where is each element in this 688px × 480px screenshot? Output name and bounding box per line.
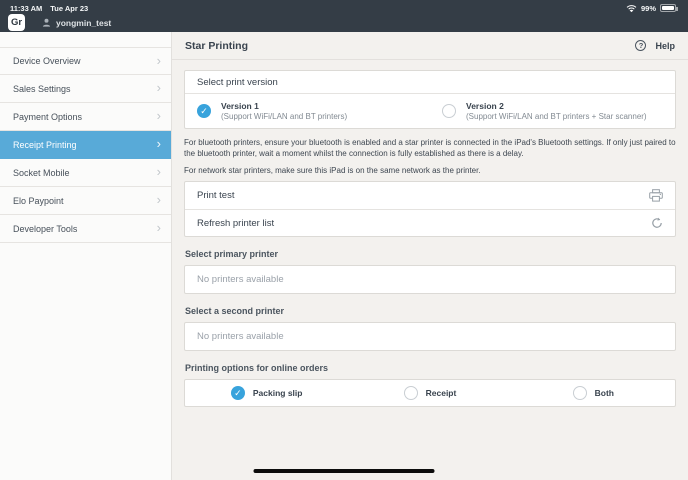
sidebar-item-developer-tools[interactable]: Developer Tools › — [0, 215, 171, 243]
chevron-right-icon: › — [157, 81, 161, 94]
online-orders-options-card: ✓ Packing slip Receipt Both — [184, 379, 676, 407]
sidebar-item-label: Developer Tools — [13, 224, 77, 234]
clock: 11:33 AM — [10, 4, 42, 13]
user-icon — [42, 18, 51, 27]
both-label: Both — [595, 388, 614, 398]
radio-unchecked-icon[interactable] — [442, 104, 456, 118]
bluetooth-info-text: For bluetooth printers, ensure your blue… — [184, 137, 676, 176]
second-printer-label: Select a second printer — [185, 306, 675, 316]
radio-unchecked-icon[interactable] — [404, 386, 418, 400]
sidebar-item-sales-settings[interactable]: Sales Settings › — [0, 75, 171, 103]
chevron-right-icon: › — [157, 109, 161, 122]
sidebar-item-label: Sales Settings — [13, 84, 71, 94]
chevron-right-icon: › — [157, 193, 161, 206]
print-version-card: Select print version ✓ Version 1 (Suppor… — [184, 70, 676, 129]
main-header: Star Printing ? Help — [172, 32, 688, 60]
primary-printer-value: No printers available — [197, 274, 284, 285]
chevron-right-icon: › — [157, 137, 161, 150]
account-button[interactable]: yongmin_test — [42, 18, 111, 28]
version-description: (Support WiFi/LAN and BT printers + Star… — [466, 112, 647, 121]
version-2-option[interactable]: Version 2 (Support WiFi/LAN and BT print… — [430, 94, 675, 128]
app-bar: Gr yongmin_test — [0, 13, 688, 32]
print-version-title: Select print version — [185, 71, 675, 94]
radio-unchecked-icon[interactable] — [573, 386, 587, 400]
settings-content: Select print version ✓ Version 1 (Suppor… — [172, 60, 688, 407]
sidebar-item-label: Receipt Printing — [13, 140, 77, 150]
packing-slip-label: Packing slip — [253, 388, 303, 398]
sidebar-item-elo-paypoint[interactable]: Elo Paypoint › — [0, 187, 171, 215]
version-2-text: Version 2 (Support WiFi/LAN and BT print… — [466, 101, 647, 121]
chevron-right-icon: › — [157, 221, 161, 234]
printer-actions-card: Print test Refresh printer list — [184, 181, 676, 237]
top-bar: 11:33 AM Tue Apr 23 99% Gr — [0, 0, 688, 32]
refresh-printer-list-button[interactable]: Refresh printer list — [185, 209, 675, 236]
version-name: Version 1 — [221, 101, 347, 111]
sidebar-item-label: Elo Paypoint — [13, 196, 64, 206]
print-test-label: Print test — [197, 190, 235, 201]
second-printer-value: No printers available — [197, 331, 284, 342]
print-version-options: ✓ Version 1 (Support WiFi/LAN and BT pri… — [185, 94, 675, 128]
sidebar-item-label: Device Overview — [13, 56, 81, 66]
refresh-icon — [651, 217, 663, 229]
second-printer-select[interactable]: No printers available — [184, 322, 676, 351]
radio-checked-icon[interactable]: ✓ — [197, 104, 211, 118]
home-indicator[interactable] — [254, 469, 435, 473]
info-paragraph-1: For bluetooth printers, ensure your blue… — [184, 137, 676, 160]
help-label: Help — [655, 41, 675, 51]
battery-icon — [660, 4, 676, 12]
sidebar-item-label: Socket Mobile — [13, 168, 70, 178]
chevron-right-icon: › — [157, 54, 161, 67]
radio-checked-icon[interactable]: ✓ — [231, 386, 245, 400]
both-option[interactable]: Both — [512, 386, 675, 400]
status-bar: 11:33 AM Tue Apr 23 99% — [0, 0, 688, 13]
page-title: Star Printing — [185, 40, 248, 52]
battery-percent: 99% — [641, 4, 656, 13]
help-button[interactable]: ? Help — [635, 40, 675, 51]
sidebar-item-payment-options[interactable]: Payment Options › — [0, 103, 171, 131]
info-paragraph-2: For network star printers, make sure thi… — [184, 165, 676, 176]
print-test-button[interactable]: Print test — [185, 182, 675, 209]
date: Tue Apr 23 — [50, 4, 88, 13]
settings-sidebar: Device Overview › Sales Settings › Payme… — [0, 32, 172, 480]
help-icon: ? — [635, 40, 646, 51]
receipt-label: Receipt — [426, 388, 457, 398]
main-panel: Star Printing ? Help Select print versio… — [172, 32, 688, 480]
username: yongmin_test — [56, 18, 111, 28]
receipt-option[interactable]: Receipt — [348, 386, 511, 400]
sidebar-item-socket-mobile[interactable]: Socket Mobile › — [0, 159, 171, 187]
sidebar-item-receipt-printing[interactable]: Receipt Printing › — [0, 131, 171, 159]
version-name: Version 2 — [466, 101, 647, 111]
refresh-label: Refresh printer list — [197, 218, 274, 229]
app-logo: Gr — [8, 14, 25, 31]
online-orders-label: Printing options for online orders — [185, 363, 675, 373]
version-1-text: Version 1 (Support WiFi/LAN and BT print… — [221, 101, 347, 121]
primary-printer-label: Select primary printer — [185, 249, 675, 259]
sidebar-item-label: Payment Options — [13, 112, 82, 122]
chevron-right-icon: › — [157, 165, 161, 178]
version-1-option[interactable]: ✓ Version 1 (Support WiFi/LAN and BT pri… — [185, 94, 430, 128]
printer-icon — [649, 189, 663, 202]
primary-printer-select[interactable]: No printers available — [184, 265, 676, 294]
packing-slip-option[interactable]: ✓ Packing slip — [185, 386, 348, 400]
sidebar-item-device-overview[interactable]: Device Overview › — [0, 47, 171, 75]
wifi-icon — [626, 4, 637, 13]
version-description: (Support WiFi/LAN and BT printers) — [221, 112, 347, 121]
